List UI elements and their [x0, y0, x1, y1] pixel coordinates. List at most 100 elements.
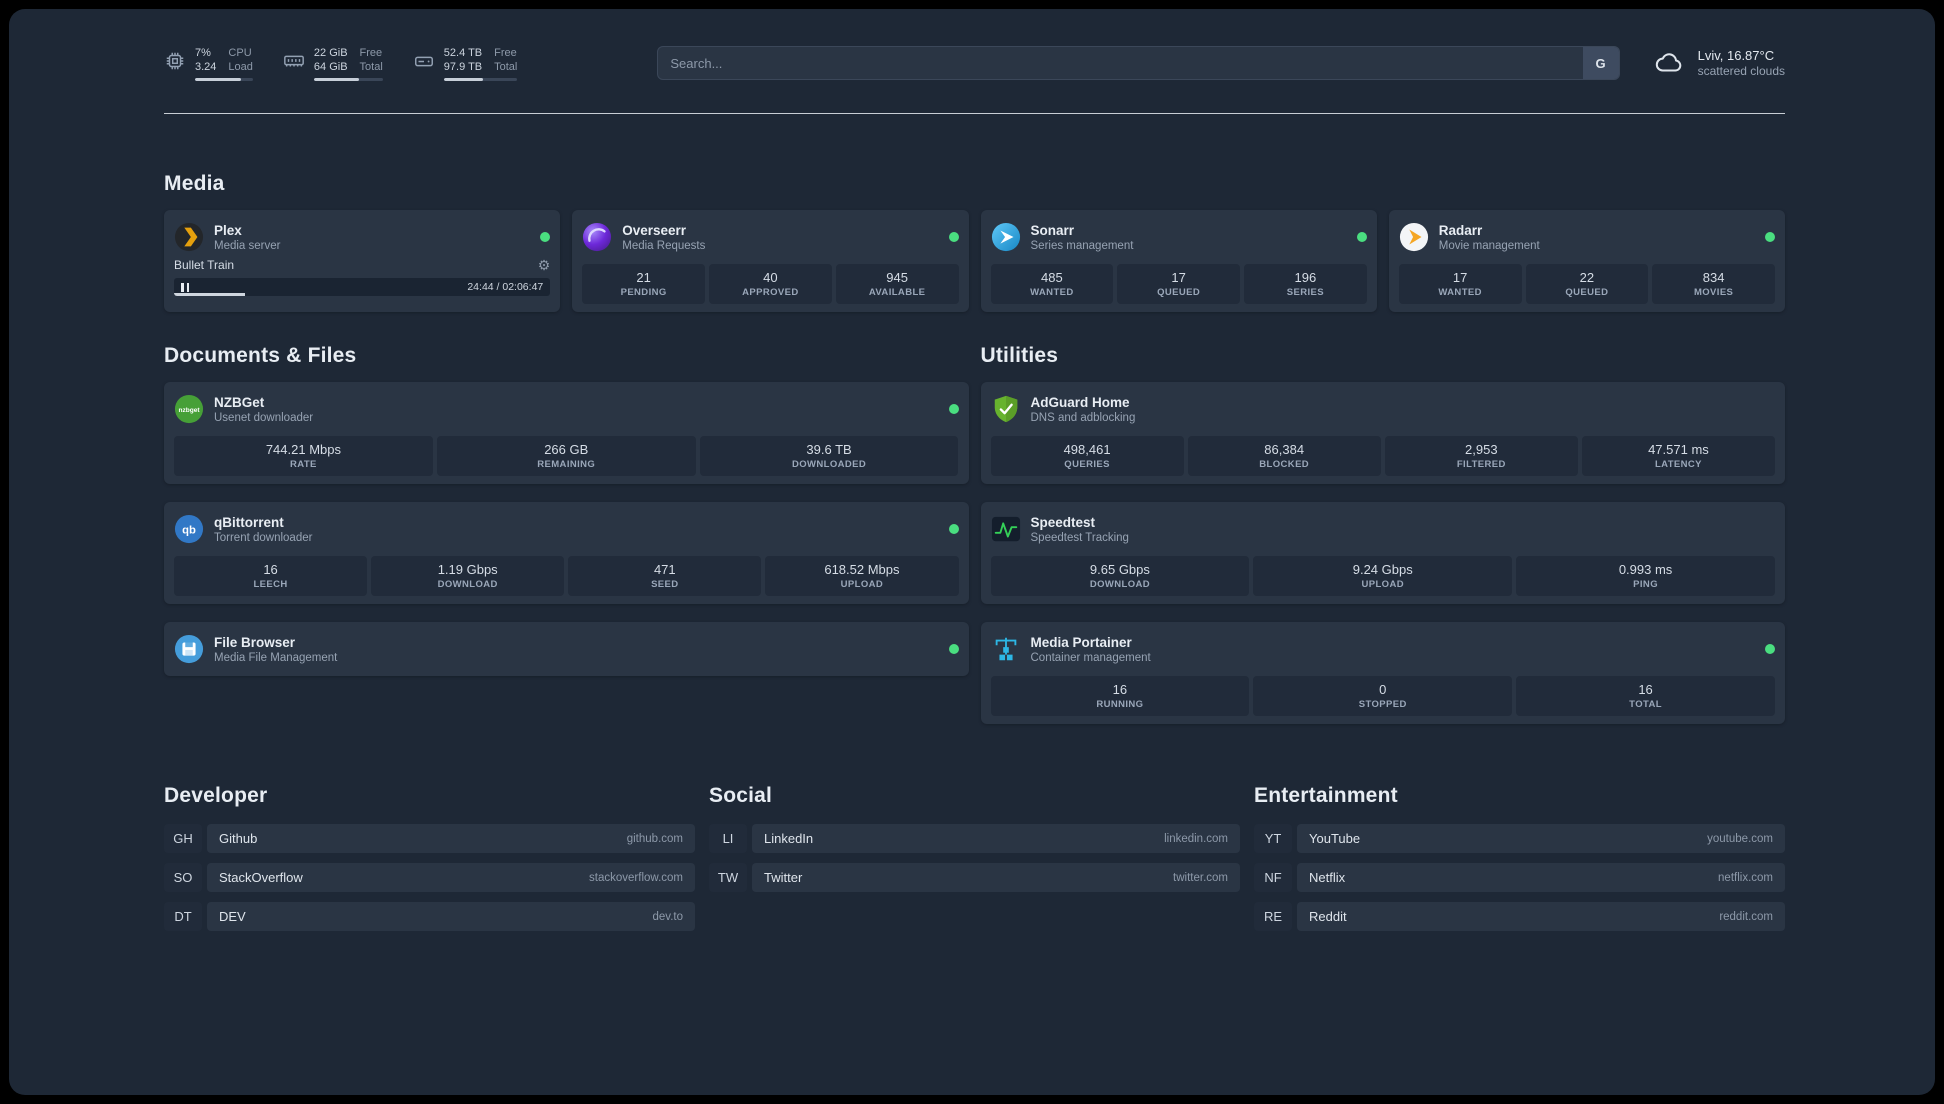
- disk-widget: 52.4 TB 97.9 TB Free Total: [413, 46, 518, 81]
- stat-label: PING: [1633, 579, 1658, 590]
- bookmark-twitter[interactable]: TW Twitter twitter.com: [709, 863, 1240, 892]
- memory-total-value: 64 GiB: [313, 60, 348, 73]
- stat-value: 9.24 Gbps: [1352, 562, 1413, 577]
- service-desc: Speedtest Tracking: [1030, 531, 1129, 544]
- speedtest-icon: [991, 516, 1020, 542]
- system-resources: 7% 3.24 CPU Load 22 GiB 64 GiB Free Tota…: [164, 46, 518, 81]
- stat-value: 17: [1452, 270, 1468, 285]
- bookmark-linkedin[interactable]: LI LinkedIn linkedin.com: [709, 824, 1240, 853]
- playback-progress-bar[interactable]: 24:44 / 02:06:47: [174, 278, 551, 296]
- weather-location: Lviv, 16.87°C: [1697, 48, 1775, 63]
- stat-value: 21: [636, 270, 651, 285]
- cloud-icon: [1655, 53, 1681, 72]
- search-input[interactable]: [657, 46, 1620, 80]
- documents-column: Documents & Files nzbget NZBGet Usenet d…: [164, 344, 969, 724]
- bookmark-name: Netflix: [1309, 870, 1346, 885]
- bookmark-url: github.com: [626, 832, 683, 845]
- stat-label: TOTAL: [1629, 699, 1662, 710]
- stat-value: 196: [1294, 270, 1317, 285]
- bookmark-netflix[interactable]: NF Netflix netflix.com: [1254, 863, 1785, 892]
- bookmark-reddit[interactable]: RE Reddit reddit.com: [1254, 902, 1785, 931]
- stat-queries: 498,461 QUERIES: [990, 436, 1184, 476]
- stat-upload: 618.52 Mbps UPLOAD: [765, 556, 959, 596]
- bookmark-stackoverflow[interactable]: SO StackOverflow stackoverflow.com: [164, 863, 695, 892]
- bookmark-abbr: TW: [709, 863, 747, 892]
- service-desc: Usenet downloader: [214, 411, 314, 424]
- service-name: File Browser: [214, 634, 296, 650]
- pause-icon[interactable]: [181, 282, 189, 292]
- stat-label: APPROVED: [742, 287, 799, 298]
- card-overseerr[interactable]: Overseerr Media Requests 21 PENDING 40 A…: [572, 210, 969, 312]
- stat-ping: 0.993 ms PING: [1516, 556, 1775, 596]
- plex-icon: [174, 222, 204, 252]
- bookmark-abbr: DT: [164, 902, 202, 931]
- bookmark-dev[interactable]: DT DEV dev.to: [164, 902, 695, 931]
- status-dot: [948, 644, 959, 654]
- stat-upload: 9.24 Gbps UPLOAD: [1253, 556, 1513, 596]
- card-nzbget[interactable]: nzbget NZBGet Usenet downloader 744.21 M…: [164, 382, 969, 484]
- stat-value: 1.19 Gbps: [437, 562, 498, 577]
- service-name: qBittorrent: [214, 514, 284, 530]
- disk-free-value: 52.4 TB: [443, 46, 483, 59]
- service-desc: Container management: [1030, 651, 1151, 664]
- card-adguard[interactable]: AdGuard Home DNS and adblocking 498,461 …: [980, 382, 1785, 484]
- sonarr-icon: [991, 222, 1020, 252]
- section-title-social: Social: [709, 784, 773, 807]
- stat-value: 266 GB: [544, 442, 589, 457]
- section-title-documents: Documents & Files: [164, 344, 357, 367]
- svg-text:qb: qb: [182, 525, 196, 537]
- stat-label: DOWNLOAD: [1089, 579, 1151, 590]
- cpu-load-value: 3.24: [195, 60, 217, 73]
- stat-value: 945: [886, 270, 908, 285]
- bookmark-url: twitter.com: [1173, 871, 1228, 884]
- weather-condition: scattered clouds: [1697, 64, 1785, 78]
- stat-pending: 21 PENDING: [582, 264, 705, 304]
- search-provider-button[interactable]: G: [1582, 47, 1619, 79]
- card-filebrowser[interactable]: File Browser Media File Management: [164, 622, 969, 676]
- bookmark-url: dev.to: [652, 910, 683, 923]
- stat-value: 47.571 ms: [1648, 442, 1709, 457]
- service-desc: DNS and adblocking: [1030, 411, 1136, 424]
- stat-running: 16 RUNNING: [990, 676, 1250, 716]
- service-desc: Media File Management: [214, 651, 338, 664]
- service-name: NZBGet: [214, 394, 265, 410]
- bookmark-abbr: RE: [1254, 902, 1292, 931]
- stat-value: 9.65 Gbps: [1089, 562, 1150, 577]
- stat-value: 2,953: [1465, 442, 1498, 457]
- bookmark-abbr: LI: [709, 824, 747, 853]
- radarr-icon: [1399, 222, 1428, 252]
- bookmark-abbr: SO: [164, 863, 202, 892]
- memory-free-label: Free: [359, 46, 383, 59]
- stat-blocked: 86,384 BLOCKED: [1187, 436, 1381, 476]
- gear-icon[interactable]: ⚙: [538, 258, 551, 272]
- overseerr-icon: [583, 222, 612, 252]
- bookmark-url: youtube.com: [1707, 832, 1773, 845]
- cpu-icon: [166, 52, 184, 69]
- stat-stopped: 0 STOPPED: [1253, 676, 1513, 716]
- status-dot: [948, 404, 959, 414]
- card-sonarr[interactable]: Sonarr Series management 485 WANTED 17 Q…: [980, 210, 1377, 312]
- card-portainer[interactable]: Media Portainer Container management 16 …: [980, 622, 1785, 724]
- section-title-developer: Developer: [164, 784, 268, 807]
- status-dot: [1765, 644, 1775, 654]
- disk-icon: [414, 56, 433, 66]
- stat-label: LEECH: [253, 579, 288, 590]
- bookmark-github[interactable]: GH Github github.com: [164, 824, 695, 853]
- card-plex[interactable]: Plex Media server Bullet Train ⚙ 24:44 /…: [164, 210, 561, 312]
- bookmark-name: Twitter: [764, 870, 803, 885]
- stat-remaining: 266 GB REMAINING: [436, 436, 696, 476]
- media-card-grid: Plex Media server Bullet Train ⚙ 24:44 /…: [164, 210, 1785, 312]
- stat-value: 471: [653, 562, 676, 577]
- card-qbittorrent[interactable]: qb qBittorrent Torrent downloader 16 LEE…: [164, 502, 969, 604]
- stat-download: 9.65 Gbps DOWNLOAD: [990, 556, 1250, 596]
- bookmark-url: reddit.com: [1719, 910, 1773, 923]
- bookmark-youtube[interactable]: YT YouTube youtube.com: [1254, 824, 1785, 853]
- service-desc: Media server: [214, 239, 281, 252]
- card-speedtest[interactable]: Speedtest Speedtest Tracking 9.65 Gbps D…: [980, 502, 1785, 604]
- card-radarr[interactable]: Radarr Movie management 17 WANTED 22 QUE…: [1388, 210, 1785, 312]
- bookmark-url: netflix.com: [1718, 871, 1773, 884]
- stat-approved: 40 APPROVED: [709, 264, 832, 304]
- stat-value: 0.993 ms: [1618, 562, 1673, 577]
- stat-label: AVAILABLE: [868, 287, 926, 298]
- stat-value: 618.52 Mbps: [824, 562, 900, 577]
